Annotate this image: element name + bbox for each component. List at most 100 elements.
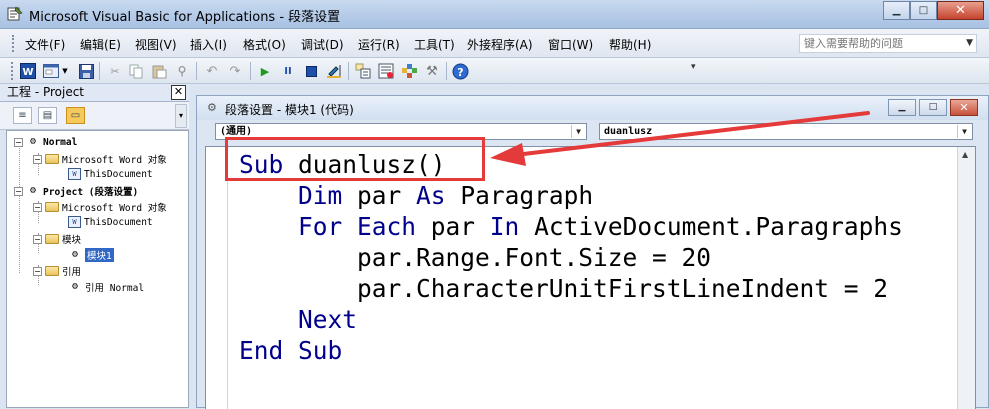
svg-text:W: W xyxy=(22,67,33,78)
folder-icon xyxy=(45,154,59,164)
chevron-down-icon[interactable]: ▼ xyxy=(60,62,70,80)
chevron-down-icon[interactable]: ▼ xyxy=(957,125,971,138)
procedure-combo[interactable]: duanlusz ▼ xyxy=(599,123,973,140)
object-browser-icon[interactable] xyxy=(400,62,418,80)
break-icon[interactable]: II xyxy=(279,62,297,80)
menu-bar: 文件(F) 编辑(E) 视图(V) 插入(I) 格式(O) 调试(D) 运行(R… xyxy=(0,29,989,58)
menu-help[interactable]: 帮助(H) xyxy=(609,36,651,53)
code-editor[interactable]: Sub duanlusz() Dim par As Paragraph For … xyxy=(205,146,976,409)
collapse-icon[interactable]: − xyxy=(33,202,42,212)
standard-toolbar: W ▼ ✂ ⚲ ↶ ↷ ▶ II ⚒ ? ▾ xyxy=(0,58,989,84)
paste-icon[interactable] xyxy=(150,62,168,80)
minimize-button[interactable]: ▁ xyxy=(883,1,910,20)
tree-node-thisdocument[interactable]: W ThisDocument xyxy=(68,168,153,180)
project-pane-title: 工程 - Project xyxy=(0,84,189,102)
collapse-icon[interactable]: − xyxy=(33,154,42,164)
folder-icon xyxy=(45,234,59,244)
tree-node-label: Microsoft Word 对象 xyxy=(62,203,167,214)
code-window-title-bar: ⚙ 段落设置 - 模块1 (代码) ▁ □ ✕ xyxy=(197,96,988,120)
copy-icon[interactable] xyxy=(127,62,145,80)
menu-insert[interactable]: 插入(I) xyxy=(190,36,227,53)
menu-addins[interactable]: 外接程序(A) xyxy=(467,36,533,53)
annotation-highlight-box xyxy=(225,137,485,181)
chevron-down-icon[interactable]: ▼ xyxy=(966,38,973,48)
toolbar-separator xyxy=(348,62,349,80)
project-toolbar-scroll[interactable]: ▾ xyxy=(175,104,187,128)
help-search-input[interactable] xyxy=(800,35,960,52)
tree-node-modules[interactable]: − 模块 xyxy=(33,232,81,246)
help-search-box[interactable]: ▼ xyxy=(799,34,977,53)
code-close-button[interactable]: ✕ xyxy=(950,99,978,116)
folder-icon xyxy=(45,202,59,212)
window-controls: ▁ □ ✕ xyxy=(883,1,984,21)
tree-node-label: 引用 Normal xyxy=(85,283,145,294)
menu-file[interactable]: 文件(F) xyxy=(25,36,65,53)
tree-node-module1[interactable]: ⚙ 模块1 xyxy=(68,248,114,262)
object-combo-value: (通用) xyxy=(220,126,253,137)
vba-project-icon: ⚙ xyxy=(29,136,37,147)
tree-node-label: ThisDocument xyxy=(84,168,153,180)
project-close-button[interactable]: ✕ xyxy=(171,85,186,100)
menu-tools[interactable]: 工具(T) xyxy=(414,36,455,53)
project-explorer-icon[interactable] xyxy=(354,62,372,80)
menu-window[interactable]: 窗口(W) xyxy=(548,36,593,53)
chevron-down-icon[interactable]: ▼ xyxy=(571,125,585,138)
toolbar-separator xyxy=(250,62,251,80)
project-tree: − ⚙ Normal − Microsoft Word 对象 W ThisDoc… xyxy=(6,130,189,408)
design-mode-icon[interactable] xyxy=(325,62,343,80)
pane-splitter[interactable] xyxy=(189,84,195,408)
collapse-icon[interactable]: − xyxy=(14,137,23,147)
toolbar-grip[interactable] xyxy=(11,62,14,80)
insert-userform-icon[interactable] xyxy=(42,62,60,80)
toggle-folders-icon[interactable]: ▭ xyxy=(66,107,85,124)
tree-node-thisdocument-2[interactable]: W ThisDocument xyxy=(68,216,153,228)
menu-format[interactable]: 格式(O) xyxy=(243,36,286,53)
tree-node-label: 模块1 xyxy=(85,248,114,262)
reset-icon[interactable] xyxy=(302,62,320,80)
code-vertical-scrollbar[interactable]: ▲ xyxy=(957,147,975,409)
collapse-icon[interactable]: − xyxy=(33,234,42,244)
tree-line xyxy=(19,193,20,273)
code-maximize-button[interactable]: □ xyxy=(919,99,947,116)
help-icon[interactable]: ? xyxy=(451,62,469,80)
menu-edit[interactable]: 编辑(E) xyxy=(80,36,121,53)
toolbox-icon[interactable]: ⚒ xyxy=(423,62,441,80)
menu-debug[interactable]: 调试(D) xyxy=(301,36,344,53)
svg-text:?: ? xyxy=(457,66,463,79)
word-icon[interactable]: W xyxy=(19,62,37,80)
run-icon[interactable]: ▶ xyxy=(256,62,274,80)
cut-icon[interactable]: ✂ xyxy=(106,62,124,80)
collapse-icon[interactable]: − xyxy=(14,186,23,196)
code-line: End Sub xyxy=(239,336,343,365)
close-button[interactable]: ✕ xyxy=(937,1,984,20)
undo-icon[interactable]: ↶ xyxy=(203,62,221,80)
tree-node-reference-normal[interactable]: ⚙ 引用 Normal xyxy=(68,280,144,294)
code-window-controls: ▁ □ ✕ xyxy=(888,99,978,116)
properties-icon[interactable] xyxy=(377,62,395,80)
scroll-up-icon[interactable]: ▲ xyxy=(962,150,968,159)
find-icon[interactable]: ⚲ xyxy=(173,62,191,80)
tree-node-project[interactable]: − ⚙ Project (段落设置) xyxy=(14,184,138,198)
tree-node-references[interactable]: − 引用 xyxy=(33,264,81,278)
view-object-icon[interactable]: ▤ xyxy=(38,107,57,124)
menu-run[interactable]: 运行(R) xyxy=(358,36,400,53)
tree-node-normal[interactable]: − ⚙ Normal xyxy=(14,136,77,148)
word-document-icon: W xyxy=(68,216,81,228)
menubar-grip[interactable] xyxy=(12,35,15,52)
folder-icon xyxy=(45,266,59,276)
code-minimize-button[interactable]: ▁ xyxy=(888,99,916,116)
save-icon[interactable] xyxy=(77,62,95,80)
view-code-icon[interactable]: ≡ xyxy=(13,107,32,124)
menu-view[interactable]: 视图(V) xyxy=(135,36,177,53)
redo-icon[interactable]: ↷ xyxy=(226,62,244,80)
code-line: par.CharacterUnitFirstLineIndent = 2 xyxy=(357,274,889,303)
code-margin-indicator-bar[interactable] xyxy=(206,147,228,409)
tree-node-label: ThisDocument xyxy=(84,216,153,228)
maximize-button[interactable]: □ xyxy=(910,1,937,20)
collapse-icon[interactable]: − xyxy=(33,266,42,276)
code-window-title: 段落设置 - 模块1 (代码) xyxy=(225,103,354,117)
tree-node-word-objects-2[interactable]: − Microsoft Word 对象 xyxy=(33,200,167,214)
toolbar-options-icon[interactable]: ▾ xyxy=(691,62,696,72)
vba-project-icon: ⚙ xyxy=(29,185,37,196)
tree-node-word-objects[interactable]: − Microsoft Word 对象 xyxy=(33,152,167,166)
